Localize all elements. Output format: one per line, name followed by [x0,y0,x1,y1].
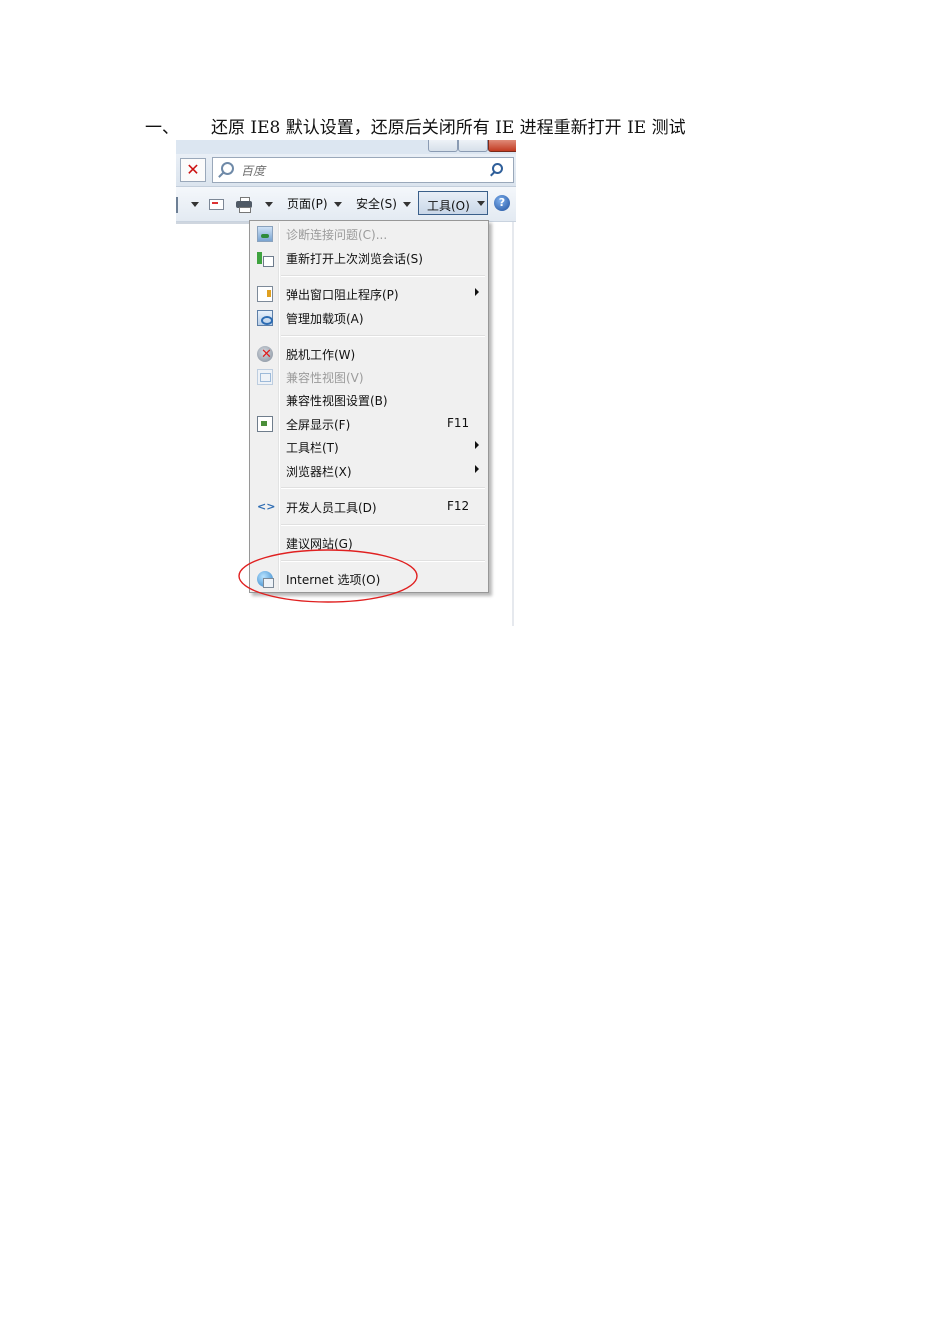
search-input[interactable]: 百度 [212,157,514,183]
feeds-mail-icon[interactable] [209,199,224,210]
annotation-ellipse [238,549,418,603]
menu-separator [281,524,485,525]
work-offline-icon [257,346,273,362]
stop-button[interactable]: ✕ [180,158,206,182]
search-provider-icon [221,162,234,175]
menu-item-compatibility-settings[interactable]: 兼容性视图设置(B) [250,389,488,411]
address-row: ✕ 百度 [176,154,516,187]
tools-menu-button[interactable]: 工具(O) [418,191,488,215]
heading-text: 还原 IE8 默认设置，还原后关闭所有 IE 进程重新打开 IE 测试 [211,118,686,138]
compatibility-view-icon [257,369,273,385]
safety-chevron-down-icon [403,202,411,207]
full-screen-icon [257,416,273,432]
menu-item-label: 管理加载项(A) [286,312,364,326]
instruction-heading: 一、 还原 IE8 默认设置，还原后关闭所有 IE 进程重新打开 IE 测试 [145,113,686,138]
minimize-button[interactable] [428,140,458,152]
menu-item-popup-blocker[interactable]: 弹出窗口阻止程序(P) [250,283,488,305]
menu-item-label: 脱机工作(W) [286,348,356,362]
print-icon[interactable] [236,197,252,213]
developer-tools-icon: <> [257,500,276,513]
menu-item-label: 弹出窗口阻止程序(P) [286,288,399,302]
restore-button[interactable] [458,140,488,152]
menu-item-label: 开发人员工具(D) [286,501,377,515]
menu-item-manage-add-ons[interactable]: 管理加载项(A) [250,307,488,329]
menu-item-explorer-bars[interactable]: 浏览器栏(X) [250,460,488,482]
page-divider [176,222,250,224]
close-window-button[interactable] [488,140,516,152]
menu-item-diagnose: 诊断连接问题(C)... [250,223,488,245]
shortcut-label: F12 [447,499,470,513]
menu-item-reopen-session[interactable]: 重新打开上次浏览会话(S) [250,247,488,269]
menu-item-toolbars[interactable]: 工具栏(T) [250,436,488,458]
toolbar-grip [176,197,178,213]
menu-item-full-screen[interactable]: 全屏显示(F) F11 [250,413,488,435]
scrollbar-edge [512,222,514,626]
search-placeholder: 百度 [241,164,266,178]
print-dropdown-icon[interactable] [265,202,273,207]
safety-menu-button[interactable]: 安全(S) [356,195,397,212]
home-dropdown-icon[interactable] [191,202,199,207]
menu-item-label: 诊断连接问题(C)... [286,228,388,242]
menu-separator [281,335,485,336]
tools-menu-label: 工具(O) [427,199,470,213]
popup-blocker-icon [257,286,273,302]
submenu-arrow-icon [475,441,479,449]
menu-item-label: 兼容性视图(V) [286,371,364,385]
submenu-arrow-icon [475,465,479,473]
menu-item-developer-tools[interactable]: <> 开发人员工具(D) F12 [250,496,488,518]
menu-separator [281,487,485,488]
help-icon[interactable]: ? [494,195,510,211]
page-chevron-down-icon [334,202,342,207]
stop-icon: ✕ [186,160,200,179]
menu-item-label: 工具栏(T) [286,441,339,455]
submenu-arrow-icon [475,288,479,296]
shortcut-label: F11 [447,416,470,430]
menu-item-work-offline[interactable]: 脱机工作(W) [250,343,488,365]
add-ons-icon [257,310,273,326]
menu-item-label: 全屏显示(F) [286,418,351,432]
heading-number: 一、 [145,118,179,138]
search-go-icon[interactable] [492,163,503,174]
tools-dropdown-menu: 诊断连接问题(C)... 重新打开上次浏览会话(S) 弹出窗口阻止程序(P) 管… [249,220,489,593]
menu-separator [281,275,485,276]
reopen-session-icon [257,250,274,267]
tools-chevron-down-icon [477,201,485,206]
menu-item-label: 重新打开上次浏览会话(S) [286,252,423,266]
diagnose-icon [257,226,273,242]
window-title-strip [176,140,516,154]
command-bar: 页面(P) 安全(S) 工具(O) ? [176,187,516,222]
menu-item-label: 兼容性视图设置(B) [286,394,388,408]
menu-item-label: 浏览器栏(X) [286,465,352,479]
menu-item-compatibility-view: 兼容性视图(V) [250,366,488,388]
page-menu-button[interactable]: 页面(P) [287,195,328,212]
